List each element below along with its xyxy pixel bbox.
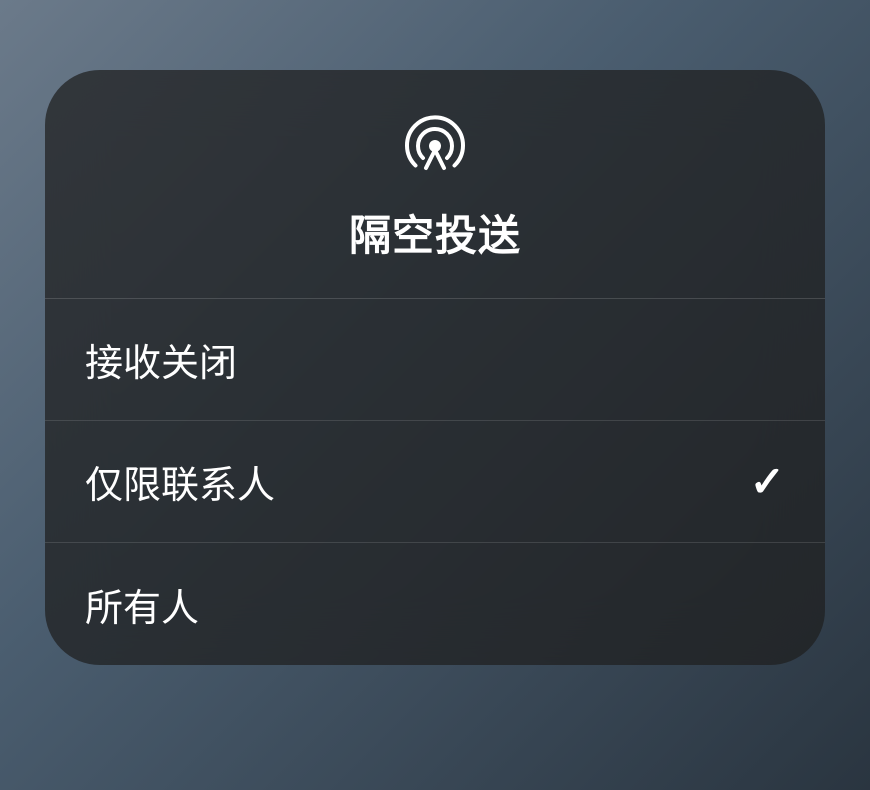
- option-contacts-only[interactable]: 仅限联系人 ✓: [45, 421, 825, 543]
- option-everyone[interactable]: 所有人 ✓: [45, 543, 825, 665]
- option-label: 所有人: [85, 577, 199, 632]
- airdrop-icon: [45, 110, 825, 182]
- option-label: 仅限联系人: [85, 454, 275, 509]
- airdrop-settings-panel: 隔空投送 接收关闭 ✓ 仅限联系人 ✓ 所有人 ✓: [45, 70, 825, 665]
- option-label: 接收关闭: [85, 332, 237, 387]
- option-receiving-off[interactable]: 接收关闭 ✓: [45, 299, 825, 421]
- checkmark-icon: ✓: [750, 457, 785, 506]
- panel-title: 隔空投送: [45, 202, 825, 263]
- panel-header: 隔空投送: [45, 70, 825, 299]
